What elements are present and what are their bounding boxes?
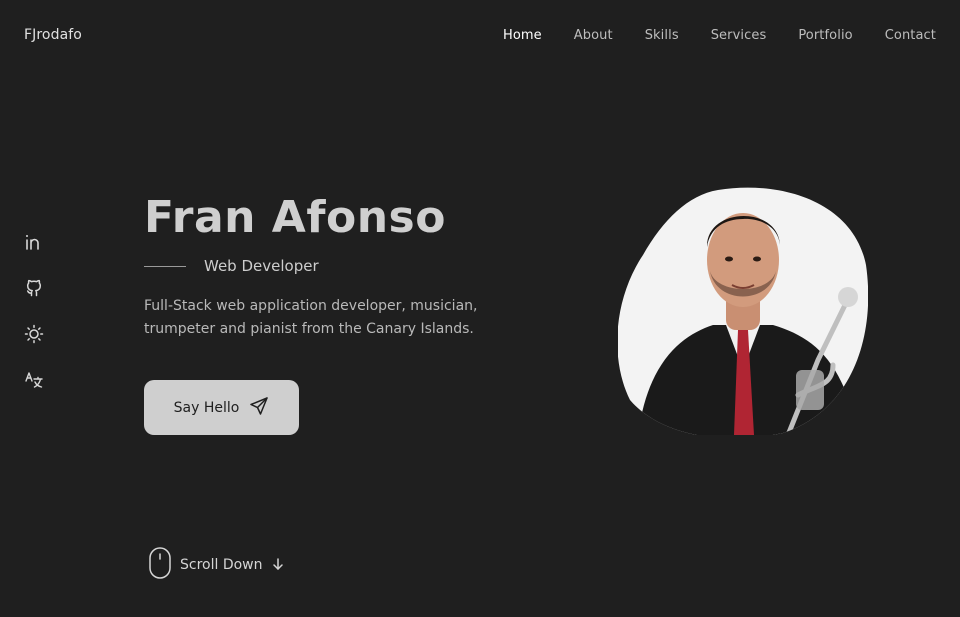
scroll-down-label: Scroll Down: [180, 557, 263, 573]
nav-item-services[interactable]: Services: [711, 28, 767, 43]
hero-description: Full-Stack web application developer, mu…: [144, 298, 478, 337]
role-divider: [144, 266, 186, 267]
arrow-down-icon: [271, 556, 285, 575]
nav-item-contact[interactable]: Contact: [885, 28, 936, 43]
send-icon: [249, 396, 269, 420]
hero-name: Fran Afonso: [144, 192, 446, 243]
scroll-down-link[interactable]: Scroll Down: [148, 547, 285, 583]
mouse-icon: [148, 547, 172, 583]
hero-role: Web Developer: [204, 257, 319, 275]
nav-item-about[interactable]: About: [574, 28, 613, 43]
nav-item-portfolio[interactable]: Portfolio: [798, 28, 852, 43]
say-hello-button[interactable]: Say Hello: [144, 380, 299, 435]
profile-photo: [618, 185, 868, 438]
site-logo[interactable]: FJrodafo: [24, 27, 82, 43]
linkedin-icon[interactable]: [24, 232, 44, 252]
github-icon[interactable]: [24, 278, 44, 298]
say-hello-label: Say Hello: [173, 399, 240, 416]
translate-icon[interactable]: [24, 370, 44, 390]
nav-item-home[interactable]: Home: [503, 28, 542, 43]
nav-item-skills[interactable]: Skills: [645, 28, 679, 43]
sun-icon[interactable]: [24, 324, 44, 344]
main-nav: Home About Skills Services Portfolio Con…: [503, 28, 936, 43]
social-sidebar: [24, 232, 46, 416]
site-header: FJrodafo Home About Skills Services Port…: [0, 0, 960, 72]
